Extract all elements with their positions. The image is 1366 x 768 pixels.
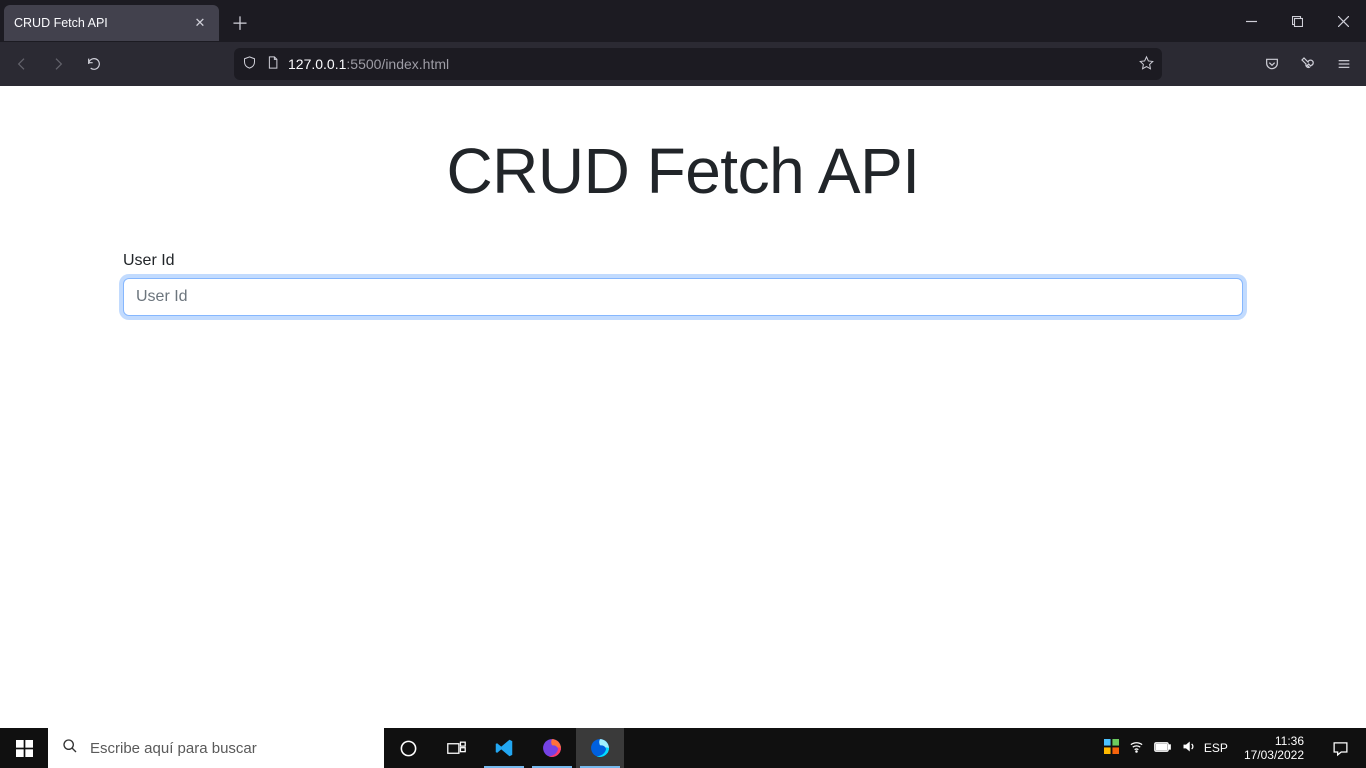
taskbar-search[interactable]: Escribe aquí para buscar — [48, 728, 384, 768]
taskbar-clock[interactable]: 11:36 17/03/2022 — [1236, 734, 1312, 763]
language-indicator[interactable]: ESP — [1204, 741, 1228, 755]
taskbar-apps — [384, 728, 624, 768]
wifi-icon[interactable] — [1129, 739, 1144, 757]
page-icon — [265, 55, 280, 73]
security-icon[interactable] — [1104, 739, 1119, 757]
taskbar-tray: ESP 11:36 17/03/2022 — [1098, 728, 1366, 768]
address-bar[interactable]: 127.0.0.1:5500/index.html — [234, 48, 1162, 80]
maximize-button[interactable] — [1274, 0, 1320, 42]
browser-titlebar: CRUD Fetch API ✕ ＋ — [0, 0, 1366, 42]
url-path: :5500/index.html — [346, 56, 449, 72]
userid-label: User Id — [123, 252, 1243, 270]
browser-tab[interactable]: CRUD Fetch API ✕ — [4, 5, 219, 41]
menu-button[interactable] — [1328, 48, 1360, 80]
new-tab-button[interactable]: ＋ — [225, 8, 255, 38]
close-tab-icon[interactable]: ✕ — [191, 14, 209, 32]
search-icon — [62, 738, 78, 758]
firefox-icon-1[interactable] — [528, 728, 576, 768]
close-window-button[interactable] — [1320, 0, 1366, 42]
firefox-icon-2[interactable] — [576, 728, 624, 768]
notifications-icon[interactable] — [1320, 740, 1360, 757]
taskbar-time: 11:36 — [1244, 734, 1304, 748]
start-button[interactable] — [0, 728, 48, 768]
browser-toolbar: 127.0.0.1:5500/index.html — [0, 42, 1366, 86]
bookmark-icon[interactable] — [1139, 55, 1154, 73]
cortana-icon[interactable] — [384, 728, 432, 768]
taskbar-search-placeholder: Escribe aquí para buscar — [90, 740, 257, 757]
browser-tab-label: CRUD Fetch API — [14, 16, 191, 30]
userid-input[interactable] — [123, 278, 1243, 316]
url-host: 127.0.0.1 — [288, 56, 346, 72]
page-content: CRUD Fetch API User Id — [0, 86, 1366, 768]
forward-button[interactable] — [42, 48, 74, 80]
url-text: 127.0.0.1:5500/index.html — [288, 56, 449, 72]
battery-icon[interactable] — [1154, 741, 1171, 756]
reload-button[interactable] — [78, 48, 110, 80]
windows-taskbar: Escribe aquí para buscar — [0, 728, 1366, 768]
vscode-icon[interactable] — [480, 728, 528, 768]
page-title: CRUD Fetch API — [123, 134, 1243, 208]
volume-icon[interactable] — [1181, 739, 1196, 757]
tray-icons[interactable] — [1104, 739, 1196, 757]
back-button[interactable] — [6, 48, 38, 80]
task-view-icon[interactable] — [432, 728, 480, 768]
taskbar-date: 17/03/2022 — [1244, 748, 1304, 762]
shield-icon — [242, 55, 257, 73]
pocket-icon[interactable] — [1256, 48, 1288, 80]
window-controls — [1228, 0, 1366, 42]
browser-tabs: CRUD Fetch API ✕ ＋ — [0, 0, 1228, 42]
minimize-button[interactable] — [1228, 0, 1274, 42]
browser-window: CRUD Fetch API ✕ ＋ — [0, 0, 1366, 768]
wrench-icon[interactable] — [1292, 48, 1324, 80]
